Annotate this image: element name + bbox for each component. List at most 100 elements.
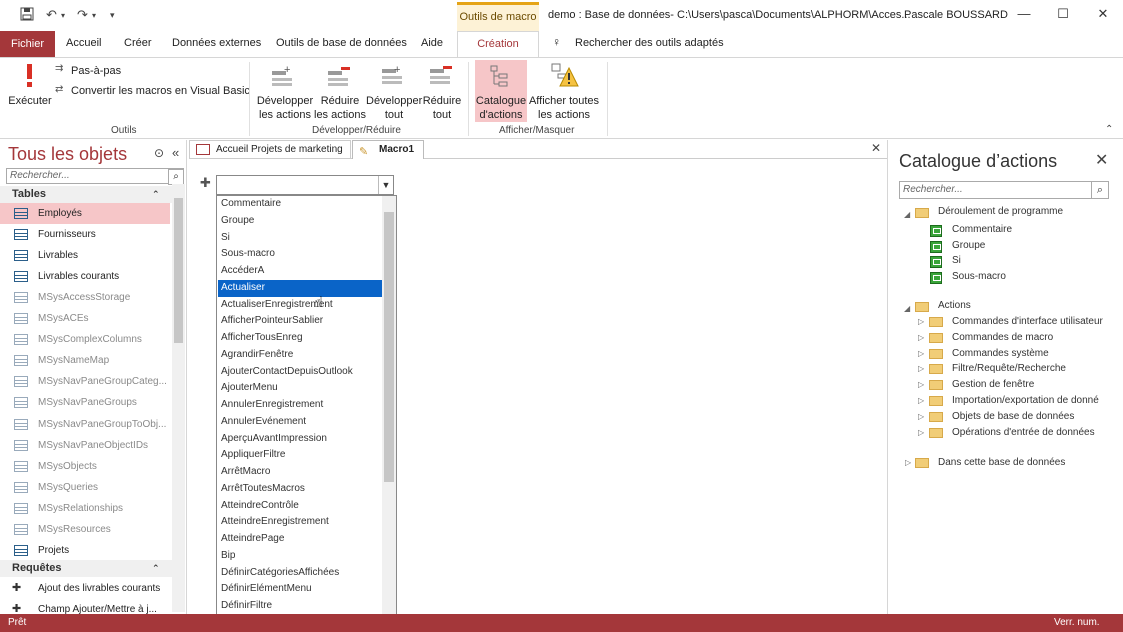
collapse-ribbon-icon[interactable]: ⌃ [1105, 124, 1113, 135]
dropdown-item[interactable]: AperçuAvantImpression [218, 431, 382, 448]
collapsed-triangle-icon[interactable]: ▷ [905, 458, 911, 467]
nav-item-table[interactable]: MSysAccessStorage [0, 287, 170, 308]
nav-item-table[interactable]: MSysResources [0, 519, 170, 540]
collapsed-triangle-icon[interactable]: ▷ [918, 333, 924, 342]
collapsed-triangle-icon[interactable]: ▷ [918, 364, 924, 373]
action-dropdown-list[interactable]: Commentaire Groupe Si Sous-macro AccéderA Act… [216, 195, 397, 632]
tab-accueil-projets[interactable]: Accueil Projets de marketing [189, 140, 351, 159]
collapsed-triangle-icon[interactable]: ▷ [918, 349, 924, 358]
catalog-flow-item[interactable]: Sous-macro [952, 270, 1006, 284]
dropdown-item[interactable]: ArrêtToutesMacros [218, 481, 382, 498]
catalog-flow-item[interactable]: Si [952, 254, 961, 268]
nav-options-icon[interactable]: ⊙ [154, 146, 164, 160]
nav-section-tables[interactable]: Tables ⌃ [0, 186, 172, 203]
collapsed-triangle-icon[interactable]: ▷ [918, 412, 924, 421]
dropdown-item[interactable]: Sous-macro [218, 246, 382, 263]
dropdown-item[interactable]: AnnulerEvénement [218, 414, 382, 431]
dropdown-item[interactable]: AjouterMenu [218, 380, 382, 397]
save-icon[interactable] [20, 7, 34, 24]
close-icon[interactable]: ✕ [1093, 6, 1113, 24]
dropdown-item[interactable]: AfficherPointeurSablier [218, 313, 382, 330]
collapse-pane-icon[interactable]: « [172, 145, 179, 160]
dropdown-item[interactable]: AtteindrePage [218, 531, 382, 548]
collapsed-triangle-icon[interactable]: ▷ [918, 396, 924, 405]
redo-icon[interactable]: ↷ [77, 7, 88, 23]
catalog-action-folder[interactable]: Importation/exportation de donné [952, 394, 1099, 408]
nav-scrollbar[interactable] [172, 184, 185, 612]
collapsed-triangle-icon[interactable]: ▷ [918, 317, 924, 326]
customize-toolbar-icon[interactable]: ▾ [110, 10, 115, 21]
maximize-icon[interactable]: ☐ [1053, 6, 1073, 24]
nav-item-table[interactable]: MSysNavPaneGroupToObj... [0, 414, 170, 435]
nav-item-table[interactable]: MSysQueries [0, 477, 170, 498]
nav-item-table[interactable]: MSysACEs [0, 308, 170, 329]
dropdown-item[interactable]: Groupe [218, 213, 382, 230]
convert-macros-button[interactable]: Convertir les macros en Visual Basic [71, 84, 250, 98]
catalog-db-node[interactable]: Dans cette base de données [938, 456, 1065, 470]
nav-item-table[interactable]: MSysNavPaneGroupCateg... [0, 371, 170, 392]
step-button[interactable]: Pas-à-pas [71, 64, 121, 78]
catalog-flow-node[interactable]: Déroulement de programme [938, 205, 1063, 219]
dropdown-item[interactable]: Commentaire [218, 196, 382, 213]
close-icon[interactable]: ✕ [1095, 150, 1108, 170]
catalog-action-folder[interactable]: Commandes système [952, 347, 1049, 361]
search-hint[interactable]: Rechercher des outils adaptés [575, 37, 724, 49]
nav-item-table[interactable]: MSysNameMap [0, 350, 170, 371]
search-icon[interactable]: ⌕ [1091, 181, 1109, 199]
dropdown-item[interactable]: AnnulerEnregistrement [218, 397, 382, 414]
nav-item-table[interactable]: MSysComplexColumns [0, 329, 170, 350]
catalog-action-folder[interactable]: Gestion de fenêtre [952, 378, 1034, 392]
collapse-all-button[interactable]: Réduire tout [421, 94, 463, 122]
undo-icon[interactable]: ↶ [46, 7, 57, 23]
minimize-icon[interactable]: — [1014, 6, 1034, 24]
collapsed-triangle-icon[interactable]: ▷ [918, 428, 924, 437]
nav-pane-title[interactable]: Tous les objets [8, 144, 127, 165]
nav-item-query[interactable]: ✚ Ajout des livrables courants [0, 578, 170, 599]
nav-item-table[interactable]: Employés [0, 203, 170, 224]
tab-creation[interactable]: Création [457, 31, 539, 58]
dropdown-item[interactable]: AccéderA [218, 263, 382, 280]
dropdown-item[interactable]: AgrandirFenêtre [218, 347, 382, 364]
expanded-triangle-icon[interactable]: ◢ [904, 304, 910, 313]
add-action-combo[interactable]: ▼ [216, 175, 394, 195]
action-catalog-button[interactable]: Catalogue d'actions [475, 94, 527, 122]
dropdown-item[interactable]: AfficherTousEnreg [218, 330, 382, 347]
tab-fichier[interactable]: Fichier [0, 31, 55, 57]
nav-item-table[interactable]: MSysNavPaneGroups [0, 392, 170, 413]
expand-actions-button[interactable]: Développer les actions [256, 94, 314, 122]
catalog-search-input[interactable]: Rechercher... [899, 181, 1092, 199]
catalog-actions-node[interactable]: Actions [938, 299, 971, 313]
tab-accueil[interactable]: Accueil [66, 37, 101, 49]
dropdown-item[interactable]: DéfinirElémentMenu [218, 581, 382, 598]
nav-item-table[interactable]: Livrables courants [0, 266, 170, 287]
catalog-flow-item[interactable]: Groupe [952, 239, 985, 253]
dropdown-item[interactable]: ActualiserEnregistrement [218, 297, 382, 314]
catalog-action-folder[interactable]: Objets de base de données [952, 410, 1074, 424]
run-button[interactable]: Exécuter [8, 94, 52, 108]
nav-search-input[interactable]: Rechercher... [6, 168, 184, 184]
run-icon[interactable] [23, 64, 37, 88]
dropdown-item[interactable]: ArrêtMacro [218, 464, 382, 481]
collapsed-triangle-icon[interactable]: ▷ [918, 380, 924, 389]
catalog-action-folder[interactable]: Commandes d'interface utilisateur [952, 315, 1103, 329]
dropdown-item[interactable]: Si [218, 230, 382, 247]
tab-aide[interactable]: Aide [421, 37, 443, 49]
dropdown-item[interactable]: Actualiser [218, 279, 382, 297]
dropdown-scrollbar[interactable] [382, 196, 396, 631]
dropdown-item[interactable]: Bip [218, 548, 382, 565]
nav-item-table[interactable]: MSysRelationships [0, 498, 170, 519]
nav-scroll-thumb[interactable] [174, 198, 183, 343]
close-tab-icon[interactable]: ✕ [871, 141, 881, 155]
nav-item-table[interactable]: MSysNavPaneObjectIDs [0, 435, 170, 456]
dropdown-item[interactable]: AtteindreEnregistrement [218, 514, 382, 531]
dropdown-item[interactable]: AtteindreContrôle [218, 498, 382, 515]
expand-all-button[interactable]: Développer tout [366, 94, 422, 122]
show-all-actions-button[interactable]: Afficher toutes les actions [527, 94, 601, 122]
redo-dropdown-icon[interactable]: ▾ [92, 11, 96, 20]
nav-section-requetes[interactable]: Requêtes ⌃ [0, 560, 172, 577]
undo-dropdown-icon[interactable]: ▾ [61, 11, 65, 20]
catalog-action-folder[interactable]: Opérations d'entrée de données [952, 426, 1095, 440]
nav-item-table[interactable]: MSysObjects [0, 456, 170, 477]
dropdown-item[interactable]: AjouterContactDepuisOutlook [218, 364, 382, 381]
tab-creer[interactable]: Créer [124, 37, 152, 49]
